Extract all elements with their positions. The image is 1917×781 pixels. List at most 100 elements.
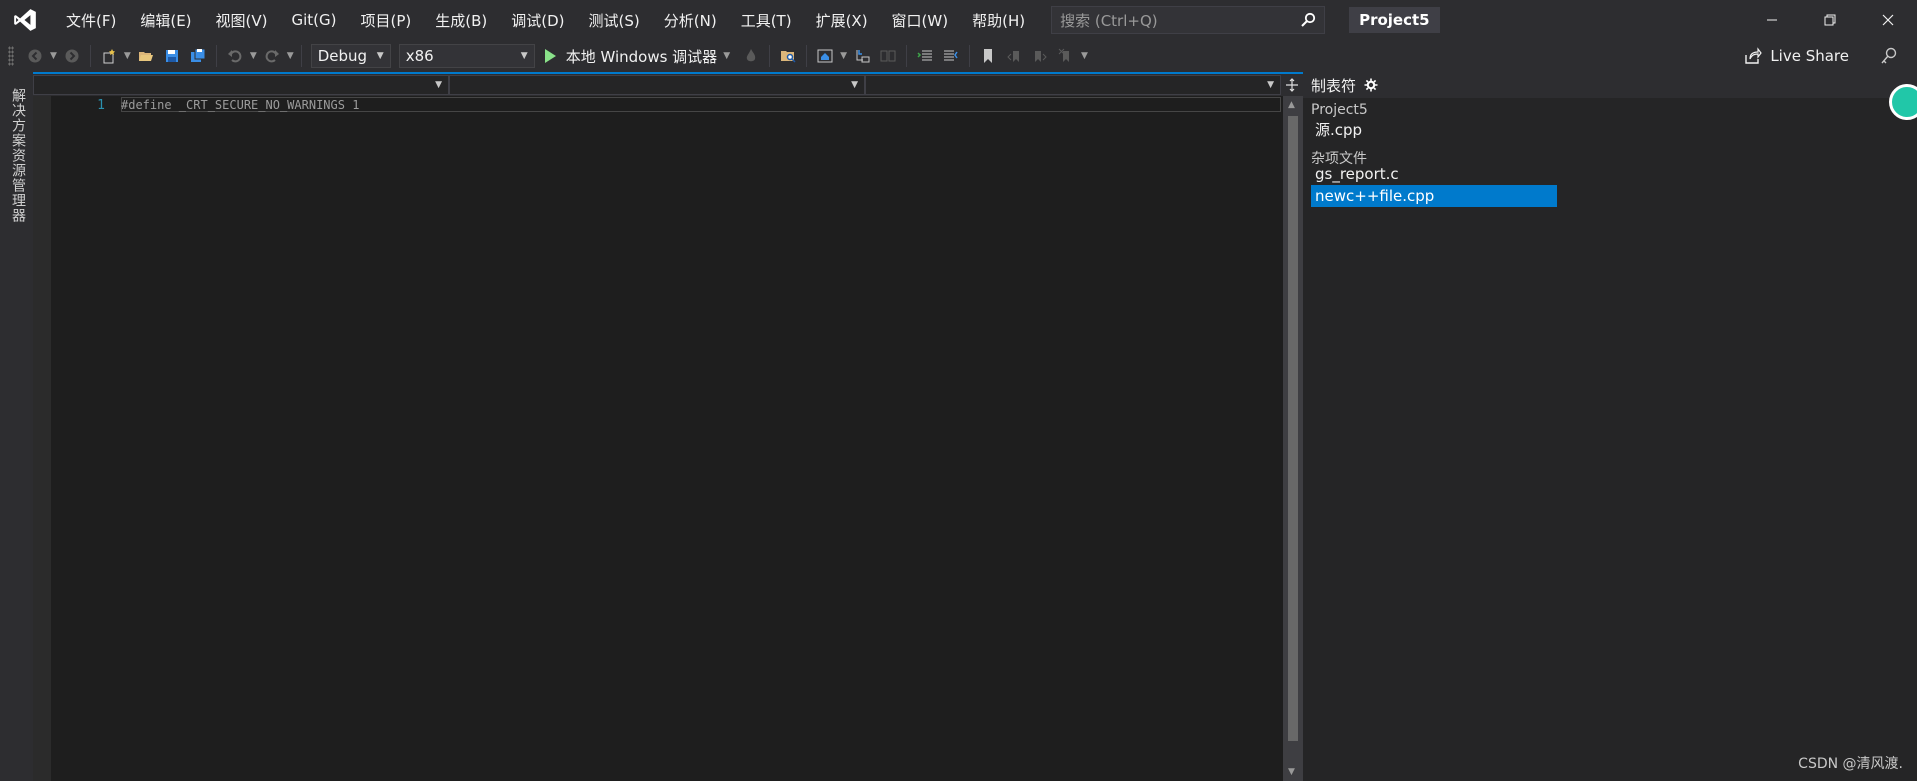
new-dropdown-icon[interactable]: ▼ (124, 51, 131, 61)
scroll-down-icon[interactable]: ▼ (1288, 767, 1295, 777)
menu-analyze[interactable]: 分析(N) (652, 0, 729, 40)
run-dropdown-icon[interactable]: ▼ (723, 51, 730, 61)
live-share-button[interactable]: Live Share (1744, 40, 1849, 72)
solution-explorer-tab[interactable]: 解决方案资源管理器 (8, 88, 28, 223)
minimize-button[interactable] (1743, 0, 1801, 40)
menu-view[interactable]: 视图(V) (204, 0, 280, 40)
gear-icon[interactable] (1364, 78, 1378, 92)
search-placeholder: 搜索 (Ctrl+Q) (1060, 11, 1158, 30)
home-icon (817, 49, 833, 63)
new-project-button[interactable] (98, 45, 120, 67)
undo-icon (227, 50, 242, 63)
save-icon (165, 50, 178, 62)
tabs-panel-header: 制表符 (1303, 72, 1917, 98)
uncomment-button[interactable] (940, 45, 962, 67)
menu-test[interactable]: 测试(S) (577, 0, 652, 40)
restore-icon (1824, 14, 1836, 26)
close-button[interactable] (1859, 0, 1917, 40)
solution-configuration-select[interactable]: Debug ▼ (310, 44, 391, 68)
bookmark-icon (984, 49, 993, 63)
configuration-value: Debug (317, 47, 368, 65)
menu-help[interactable]: 帮助(H) (960, 0, 1037, 40)
code-editor[interactable]: 1 #define _CRT_SECURE_NO_WARNINGS 1 (33, 96, 1283, 781)
save-all-icon (190, 48, 206, 62)
menu-debug[interactable]: 调试(D) (499, 0, 576, 40)
vertical-scrollbar[interactable]: ▲ ▼ (1283, 96, 1303, 781)
title-bar: 文件(F) 编辑(E) 视图(V) Git(G) 项目(P) 生成(B) 调试(… (0, 0, 1917, 40)
bookmark-prev-icon (1007, 51, 1020, 62)
menu-build[interactable]: 生成(B) (423, 0, 499, 40)
split-icon (1286, 78, 1298, 92)
toolbar-separator (769, 45, 771, 67)
toolbar-separator (806, 45, 808, 67)
scrollbar-thumb[interactable] (1288, 116, 1298, 741)
visual-studio-logo-icon (14, 9, 36, 31)
step-into-button[interactable] (851, 45, 873, 67)
menu-file[interactable]: 文件(F) (54, 0, 128, 40)
forward-arrow-icon (65, 49, 79, 63)
live-share-label: Live Share (1770, 47, 1849, 65)
platform-value: x86 (405, 47, 434, 65)
left-dock-tab-strip: 解决方案资源管理器 (0, 72, 33, 781)
tabs-panel-title: 制表符 (1311, 76, 1357, 95)
menu-edit[interactable]: 编辑(E) (128, 0, 203, 40)
undo-button[interactable] (224, 45, 246, 67)
menu-git[interactable]: Git(G) (280, 0, 349, 40)
solution-platform-select[interactable]: x86 ▼ (398, 44, 535, 68)
start-debugging-button[interactable]: 本地 Windows 调试器 ▼ (544, 46, 732, 67)
menu-window[interactable]: 窗口(W) (880, 0, 961, 40)
search-icon (1301, 12, 1316, 27)
project-scope-dropdown[interactable]: ▼ (33, 75, 449, 95)
play-icon (544, 49, 556, 63)
previous-bookmark-button[interactable] (1003, 45, 1025, 67)
file-item-gs-report[interactable]: gs_report.c (1311, 163, 1557, 185)
menu-tools[interactable]: 工具(T) (729, 0, 804, 40)
split-window-button[interactable] (1281, 74, 1303, 96)
compare-button[interactable] (877, 45, 899, 67)
file-item-newcpp-selected[interactable]: newc++file.cpp (1311, 185, 1557, 207)
find-in-files-button[interactable] (777, 45, 799, 67)
menu-extensions[interactable]: 扩展(X) (804, 0, 880, 40)
menu-project[interactable]: 项目(P) (349, 0, 424, 40)
customize-dropdown-icon[interactable]: ▼ (840, 51, 847, 61)
code-line[interactable]: #define _CRT_SECURE_NO_WARNINGS 1 (121, 98, 359, 112)
member-scope-dropdown[interactable]: ▼ (865, 75, 1281, 95)
file-item-source-cpp[interactable]: 源.cpp (1311, 118, 1557, 140)
new-project-icon (103, 49, 115, 64)
comment-out-button[interactable] (914, 45, 936, 67)
compare-icon (880, 50, 896, 62)
window-controls (1743, 0, 1917, 40)
redo-button[interactable] (261, 45, 283, 67)
glyph-margin[interactable] (33, 96, 51, 781)
floating-assistant-icon[interactable] (1889, 84, 1917, 120)
uncomment-lines-icon (944, 50, 958, 61)
back-dropdown-icon[interactable]: ▼ (50, 51, 57, 61)
redo-icon (265, 50, 279, 63)
toolbar-separator (906, 45, 908, 67)
navigate-back-button[interactable] (24, 45, 46, 67)
redo-dropdown-icon[interactable]: ▼ (287, 51, 294, 61)
toolbar-separator (89, 45, 91, 67)
hot-reload-button[interactable] (740, 45, 762, 67)
toggle-bookmark-button[interactable] (977, 45, 999, 67)
clear-bookmarks-button[interactable] (1055, 45, 1077, 67)
next-bookmark-button[interactable] (1029, 45, 1051, 67)
bookmark-clear-icon (1058, 48, 1070, 62)
search-input[interactable]: 搜索 (Ctrl+Q) (1051, 6, 1326, 34)
navigate-forward-button[interactable] (61, 45, 83, 67)
chevron-down-icon: ▼ (851, 80, 858, 90)
toolbar-options-dropdown-icon[interactable]: ▼ (1081, 51, 1088, 61)
open-file-button[interactable] (135, 45, 157, 67)
solution-explorer-home-button[interactable] (814, 45, 836, 67)
toolbar-separator (215, 45, 217, 67)
save-all-button[interactable] (187, 45, 209, 67)
restore-button[interactable] (1801, 0, 1859, 40)
feedback-icon[interactable] (1879, 46, 1899, 66)
type-scope-dropdown[interactable]: ▼ (449, 75, 865, 95)
undo-dropdown-icon[interactable]: ▼ (250, 51, 257, 61)
chevron-down-icon: ▼ (376, 51, 384, 61)
save-button[interactable] (161, 45, 183, 67)
step-icon (856, 50, 870, 63)
scroll-up-icon[interactable]: ▲ (1288, 100, 1295, 110)
toolbar-grip[interactable] (8, 46, 14, 66)
